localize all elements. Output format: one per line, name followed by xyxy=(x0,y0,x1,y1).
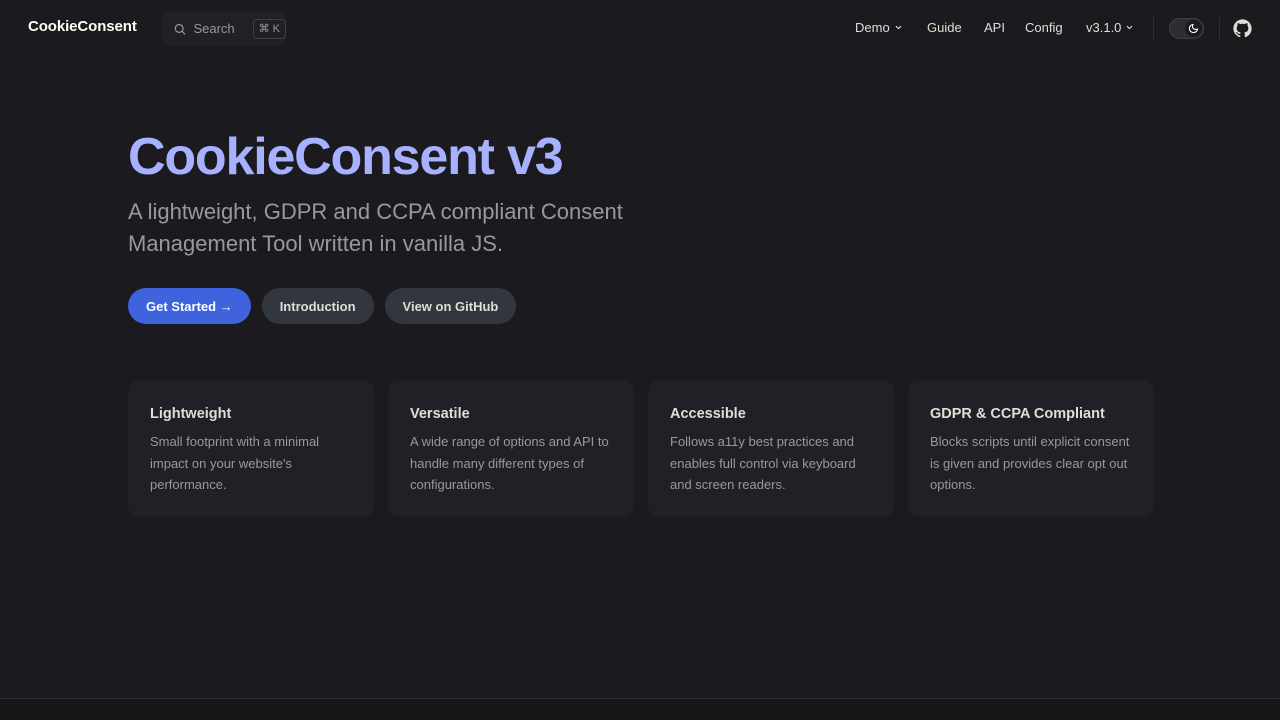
search-label: Search xyxy=(193,21,235,36)
get-started-button[interactable]: Get Started → xyxy=(128,288,251,324)
nav-item-config[interactable]: Config xyxy=(1025,20,1063,35)
site-logo-link[interactable]: CookieConsent xyxy=(28,18,137,35)
feature-card-gdpr-ccpa: GDPR & CCPA Compliant Blocks scripts unt… xyxy=(908,380,1154,517)
footer xyxy=(0,699,1280,720)
nav-divider xyxy=(1219,17,1220,41)
feature-card-lightweight: Lightweight Small footprint with a minim… xyxy=(128,380,374,517)
feature-details: Small footprint with a minimal impact on… xyxy=(150,434,320,492)
nav-item-guide[interactable]: Guide xyxy=(927,20,962,35)
feature-details: Blocks scripts until explicit consent is… xyxy=(930,434,1130,492)
search-shortcut-badge: ⌘ K xyxy=(252,18,286,39)
feature-details: A wide range of options and API to handl… xyxy=(410,434,609,492)
toggle-knob xyxy=(1185,20,1202,37)
nav-item-demo[interactable]: Demo xyxy=(855,20,903,35)
feature-title: GDPR & CCPA Compliant xyxy=(930,406,1105,422)
nav-item-api-label: API xyxy=(984,20,1005,35)
nav-item-version-label: v3.1.0 xyxy=(1086,20,1122,35)
theme-toggle[interactable] xyxy=(1169,18,1204,39)
feature-title: Lightweight xyxy=(150,406,232,422)
nav-item-demo-label: Demo xyxy=(855,20,890,35)
github-icon[interactable] xyxy=(1233,19,1252,38)
k-key: K xyxy=(272,22,280,35)
feature-title: Accessible xyxy=(670,406,746,422)
hero-section: CookieConsent v3 A lightweight, GDPR and… xyxy=(128,128,688,260)
hero-title: CookieConsent v3 xyxy=(128,128,564,186)
command-key: ⌘ xyxy=(258,23,270,35)
chevron-down-icon xyxy=(1127,25,1133,30)
nav-item-config-label: Config xyxy=(1025,20,1063,35)
feature-card-versatile: Versatile A wide range of options and AP… xyxy=(388,380,634,517)
nav-item-guide-label: Guide xyxy=(927,20,962,35)
feature-card-accessible: Accessible Follows a11y best practices a… xyxy=(648,380,894,517)
nav-item-version[interactable]: v3.1.0 xyxy=(1086,20,1134,35)
nav-item-api[interactable]: API xyxy=(984,20,1005,35)
chevron-down-icon xyxy=(895,25,901,30)
feature-title: Versatile xyxy=(410,406,470,422)
introduction-button[interactable]: Introduction xyxy=(261,288,374,324)
view-on-github-button[interactable]: View on GitHub xyxy=(384,288,517,324)
top-navbar: CookieConsent Search ⌘ K Demo Guide API … xyxy=(0,0,1280,57)
hero-tagline: A lightweight, GDPR and CCPA compliant C… xyxy=(128,199,623,256)
search-icon xyxy=(174,23,186,35)
search-button[interactable]: Search ⌘ K xyxy=(162,11,286,46)
hero-actions: Get Started → Introduction View on GitHu… xyxy=(128,288,517,324)
feature-details: Follows a11y best practices and enables … xyxy=(670,434,856,492)
features-grid: Lightweight Small footprint with a minim… xyxy=(128,380,1154,517)
nav-divider xyxy=(1153,17,1154,41)
moon-icon xyxy=(1188,23,1199,34)
